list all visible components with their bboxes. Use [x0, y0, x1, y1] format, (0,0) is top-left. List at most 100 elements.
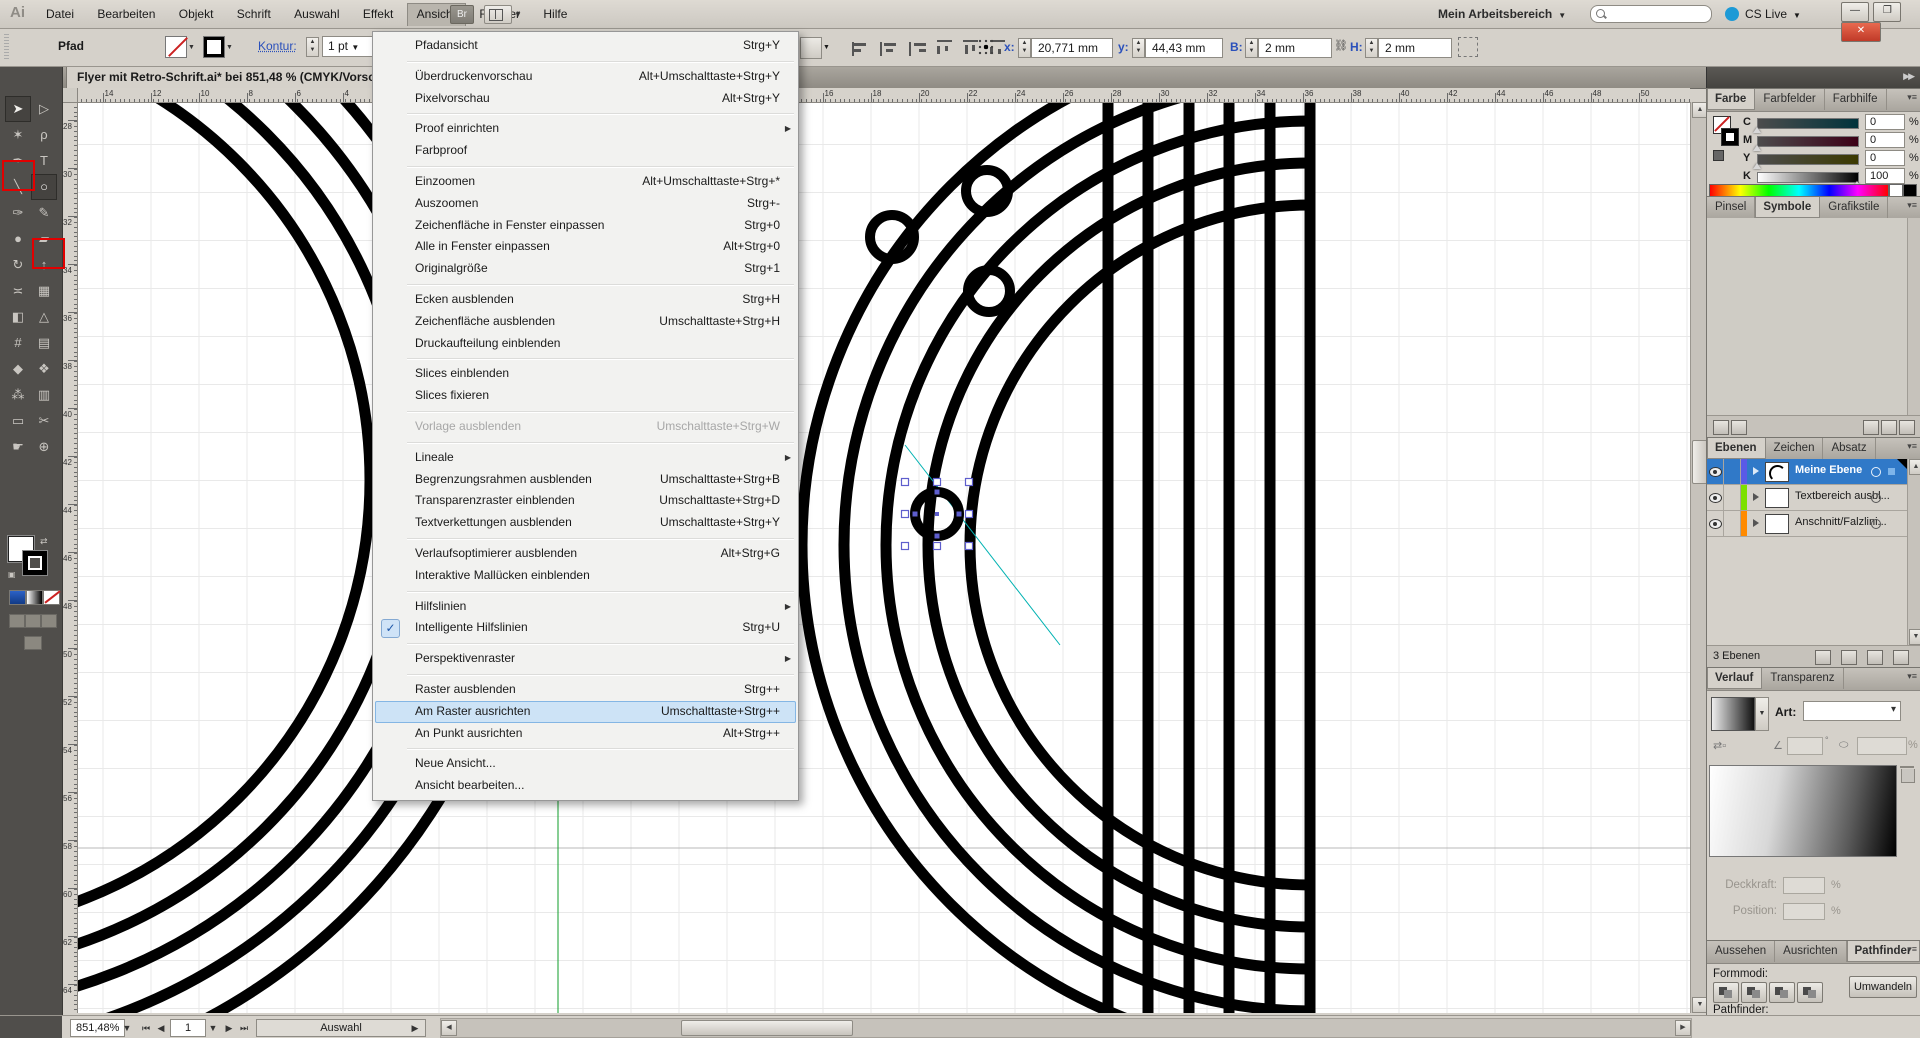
- stroke-panel-link[interactable]: Kontur:: [258, 39, 297, 53]
- paintbrush-tool[interactable]: ✑: [5, 200, 31, 226]
- x-stepper[interactable]: ▲▼: [1018, 38, 1031, 58]
- channel-slider[interactable]: [1757, 136, 1859, 147]
- panel-tab[interactable]: Verlauf: [1707, 668, 1762, 689]
- menu-item[interactable]: [373, 162, 798, 171]
- menu-item[interactable]: Einzoomen Alt+Umschalttaste+Strg+*: [373, 171, 798, 193]
- last-page-icon[interactable]: ⏭: [236, 1019, 252, 1037]
- slice-tool[interactable]: ✂: [31, 408, 57, 434]
- make-clipping-mask-icon[interactable]: [1815, 650, 1831, 665]
- minus-front-button[interactable]: [1741, 982, 1767, 1003]
- new-layer-icon[interactable]: [1867, 650, 1883, 665]
- delete-stop-icon[interactable]: [1901, 769, 1915, 783]
- artboard-tool[interactable]: ▭: [5, 408, 31, 434]
- scroll-left-icon[interactable]: ◀: [441, 1020, 457, 1036]
- lock-cell[interactable]: [1724, 511, 1741, 536]
- panel-menu-icon[interactable]: ▾≡: [1907, 92, 1917, 103]
- aspect-ratio-field[interactable]: [1857, 737, 1907, 755]
- panel-tab[interactable]: Pinsel: [1707, 197, 1755, 218]
- panel-menu-icon[interactable]: ▾≡: [1907, 200, 1917, 211]
- reference-point-selector[interactable]: [978, 39, 994, 55]
- distribute-center-icon[interactable]: [963, 40, 978, 56]
- direct-selection-tool[interactable]: ▷: [31, 96, 57, 122]
- menu-item[interactable]: Ecken ausblenden Strg+H: [373, 289, 798, 311]
- cs-live-button[interactable]: CS Live▼: [1725, 4, 1801, 24]
- selection-tool[interactable]: ➤: [5, 96, 31, 122]
- rotate-tool[interactable]: ↻: [5, 252, 31, 278]
- previous-page-icon[interactable]: ◀: [154, 1019, 168, 1037]
- selected-circle[interactable]: [902, 479, 973, 550]
- panel-grip[interactable]: [4, 34, 9, 60]
- menu-item[interactable]: Überdruckenvorschau Alt+Umschalttaste+St…: [373, 66, 798, 88]
- panel-tab[interactable]: Grafikstile: [1820, 197, 1888, 218]
- stroke-proxy-swatch[interactable]: [1721, 128, 1739, 146]
- menu-item[interactable]: [373, 354, 798, 363]
- horizontal-scroll-thumb[interactable]: [681, 1020, 853, 1036]
- slider-marker[interactable]: [1753, 163, 1761, 169]
- zoom-level-field[interactable]: 851,48%: [70, 1019, 125, 1037]
- slider-marker[interactable]: [1753, 127, 1761, 133]
- panel-scrollbar[interactable]: [1907, 218, 1920, 415]
- menu-item[interactable]: Zeichenfläche in Fenster einpassen Strg+…: [373, 215, 798, 237]
- channel-slider[interactable]: [1757, 154, 1859, 165]
- workspace-switcher[interactable]: Mein Arbeitsbereich▼: [1438, 5, 1566, 23]
- delete-symbol-icon[interactable]: [1899, 420, 1915, 435]
- mesh-tool[interactable]: #: [5, 330, 31, 356]
- unite-button[interactable]: [1713, 982, 1739, 1003]
- menubar-item[interactable]: Datei: [36, 3, 84, 25]
- next-page-icon[interactable]: ▶: [222, 1019, 236, 1037]
- visibility-cell[interactable]: [1707, 485, 1724, 510]
- angle-field[interactable]: [1787, 737, 1823, 755]
- panel-tab[interactable]: Absatz: [1823, 438, 1875, 459]
- panel-tab[interactable]: Ebenen: [1707, 438, 1766, 459]
- menu-item[interactable]: Slices einblenden: [373, 363, 798, 385]
- status-display[interactable]: Auswahl: [256, 1019, 426, 1037]
- panel-tab[interactable]: Zeichen: [1766, 438, 1824, 459]
- menu-item[interactable]: Farbproof: [373, 140, 798, 162]
- menu-item[interactable]: Zeichenfläche ausblenden Umschalttaste+S…: [373, 311, 798, 333]
- expand-arrow-icon[interactable]: [1753, 493, 1759, 501]
- channel-value-field[interactable]: 0: [1865, 114, 1905, 130]
- menubar-item[interactable]: Bearbeiten: [87, 3, 165, 25]
- swap-fill-stroke-icon[interactable]: ⇄: [40, 536, 48, 547]
- menubar-item[interactable]: Auswahl: [284, 3, 349, 25]
- y-field[interactable]: 44,43 mm: [1145, 38, 1223, 58]
- menu-item[interactable]: Begrenzungsrahmen ausblenden Umschalttas…: [373, 469, 798, 491]
- panel-menu-icon[interactable]: ▾≡: [1907, 944, 1917, 955]
- fill-color-swatch[interactable]: [165, 36, 187, 58]
- panel-menu-icon[interactable]: ▾≡: [1907, 441, 1917, 452]
- width-stepper[interactable]: ▲▼: [1245, 38, 1258, 58]
- last-color-swatch[interactable]: [1713, 150, 1724, 161]
- selection-indicator[interactable]: [1888, 468, 1895, 475]
- menu-item[interactable]: [373, 109, 798, 118]
- menu-item[interactable]: Ansicht bearbeiten...: [373, 775, 798, 797]
- expand-arrow-icon[interactable]: [1753, 519, 1759, 527]
- menu-item[interactable]: Raster ausblenden Strg++: [373, 679, 798, 701]
- menu-item[interactable]: [373, 57, 798, 66]
- status-options-icon[interactable]: ▶: [408, 1019, 422, 1037]
- expand-arrow-icon[interactable]: [1753, 467, 1759, 475]
- menu-item[interactable]: ✓ Intelligente Hilfslinien Strg+U: [373, 617, 798, 639]
- horizontal-scrollbar[interactable]: ◀ ▶: [440, 1018, 1692, 1038]
- menu-item[interactable]: Pixelvorschau Alt+Strg+Y: [373, 88, 798, 110]
- y-stepper[interactable]: ▲▼: [1132, 38, 1145, 58]
- stroke-weight-field[interactable]: 1 pt ▼: [322, 36, 375, 57]
- scroll-down-icon[interactable]: ▼: [1909, 629, 1920, 645]
- chevron-down-icon[interactable]: ▼: [188, 44, 195, 51]
- menubar-item[interactable]: Hilfe: [533, 3, 577, 25]
- layer-thumbnail[interactable]: [1765, 488, 1789, 508]
- menubar-item[interactable]: Objekt: [169, 3, 224, 25]
- gradient-swatch[interactable]: [1711, 697, 1755, 731]
- none-button[interactable]: [43, 590, 60, 605]
- ruler-origin-corner[interactable]: [62, 88, 78, 103]
- draw-normal-mode-button[interactable]: [9, 614, 25, 628]
- new-sublayer-icon[interactable]: [1841, 650, 1857, 665]
- distribute-top-icon[interactable]: [937, 40, 952, 56]
- layer-name[interactable]: Meine Ebene: [1795, 464, 1862, 476]
- free-transform-tool[interactable]: ▦: [31, 278, 57, 304]
- horizontal-ruler[interactable]: 1412108642024681012141618202224262830323…: [62, 88, 1690, 103]
- arrange-documents-button[interactable]: [484, 5, 512, 24]
- exclude-button[interactable]: [1797, 982, 1823, 1003]
- menu-item[interactable]: [373, 280, 798, 289]
- width-tool[interactable]: ≍: [5, 278, 31, 304]
- layer-thumbnail[interactable]: [1765, 514, 1789, 534]
